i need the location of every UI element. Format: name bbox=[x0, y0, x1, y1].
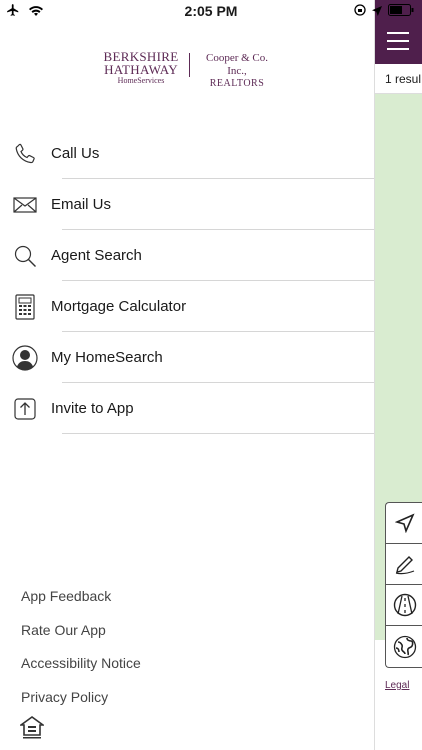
pencil-icon bbox=[395, 556, 414, 575]
map-view-peek[interactable]: 1 resul Legal bbox=[374, 0, 422, 750]
status-bar: 2:05 PM bbox=[0, 0, 422, 22]
navigation-arrow-icon bbox=[394, 513, 415, 533]
globe-icon bbox=[393, 635, 416, 658]
menu-item-agent-search[interactable]: Agent Search bbox=[0, 230, 374, 281]
menu-divider bbox=[62, 433, 374, 434]
share-icon bbox=[12, 396, 38, 422]
office-line-1: Cooper & Co. Inc., bbox=[205, 52, 269, 77]
menu-item-label: Mortgage Calculator bbox=[51, 298, 187, 315]
legal-link[interactable]: Legal bbox=[385, 680, 409, 691]
menu-item-label: My HomeSearch bbox=[51, 349, 163, 366]
app-feedback-link[interactable]: App Feedback bbox=[21, 584, 141, 618]
hamburger-menu-icon[interactable] bbox=[387, 32, 409, 56]
menu-item-label: Agent Search bbox=[51, 247, 142, 264]
footer-links: App Feedback Rate Our App Accessibility … bbox=[21, 584, 141, 718]
orientation-lock-icon bbox=[354, 3, 366, 21]
battery-icon bbox=[388, 3, 414, 21]
map-toolbar bbox=[385, 502, 422, 668]
brand-line-2: HATHAWAY bbox=[104, 62, 178, 77]
calculator-icon bbox=[12, 293, 38, 320]
satellite-layer-button[interactable] bbox=[386, 626, 422, 667]
road-layer-button[interactable] bbox=[386, 585, 422, 626]
results-bar: 1 resul bbox=[375, 64, 422, 94]
company-logo: BERKSHIRE HATHAWAY HomeServices Cooper &… bbox=[96, 50, 296, 89]
equal-housing-opportunity-icon bbox=[18, 716, 46, 740]
menu-item-email-us[interactable]: Email Us bbox=[0, 179, 374, 230]
office-line-2: REALTORS bbox=[209, 78, 265, 89]
location-arrow-icon bbox=[372, 3, 382, 21]
brand-name: BERKSHIRE HATHAWAY HomeServices bbox=[96, 50, 186, 86]
menu-item-mortgage-calculator[interactable]: Mortgage Calculator bbox=[0, 281, 374, 332]
privacy-policy-link[interactable]: Privacy Policy bbox=[21, 685, 141, 719]
accessibility-notice-link[interactable]: Accessibility Notice bbox=[21, 651, 141, 685]
road-icon bbox=[393, 593, 416, 617]
draw-area-button[interactable] bbox=[386, 544, 422, 585]
menu-item-my-homesearch[interactable]: My HomeSearch bbox=[0, 332, 374, 383]
user-icon bbox=[12, 344, 38, 371]
search-icon bbox=[12, 243, 38, 269]
office-name: Cooper & Co. Inc., REALTORS bbox=[196, 52, 278, 90]
results-count: 1 resul bbox=[385, 72, 422, 86]
menu-item-label: Call Us bbox=[51, 145, 100, 162]
menu-item-label: Email Us bbox=[51, 196, 112, 213]
envelope-icon bbox=[12, 192, 38, 218]
phone-icon bbox=[12, 141, 38, 167]
menu-item-label: Invite to App bbox=[51, 400, 134, 417]
drawer-menu: Call Us Email Us Agent Search Mortgage C… bbox=[0, 128, 374, 434]
menu-item-invite-to-app[interactable]: Invite to App bbox=[0, 383, 374, 434]
navigation-drawer: BERKSHIRE HATHAWAY HomeServices Cooper &… bbox=[0, 0, 374, 750]
brand-line-3: HomeServices bbox=[117, 76, 165, 85]
logo-divider bbox=[189, 53, 190, 77]
locate-me-button[interactable] bbox=[386, 503, 422, 544]
menu-item-call-us[interactable]: Call Us bbox=[0, 128, 374, 179]
rate-our-app-link[interactable]: Rate Our App bbox=[21, 618, 141, 652]
